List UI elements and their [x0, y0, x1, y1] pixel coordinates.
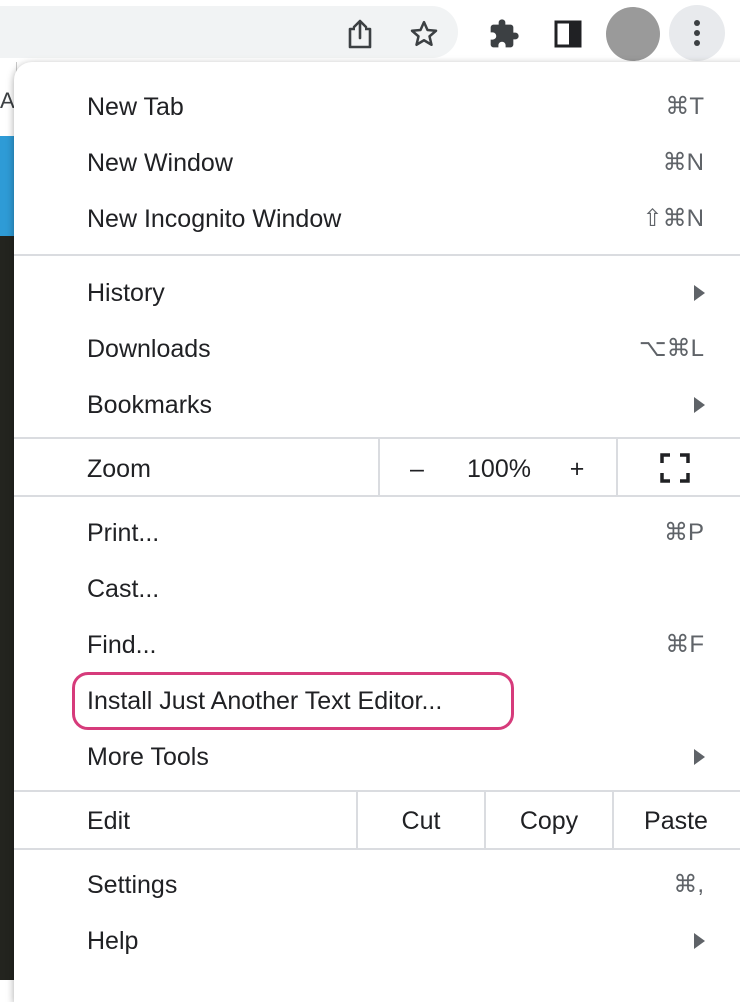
- profile-avatar[interactable]: [606, 7, 660, 61]
- menu-item-new-window[interactable]: New Window ⌘N: [14, 135, 740, 191]
- zoom-label: Zoom: [87, 455, 151, 483]
- zoom-out-button[interactable]: –: [394, 441, 440, 497]
- share-icon[interactable]: [340, 14, 380, 54]
- menu-item-label: Settings: [87, 871, 178, 899]
- extensions-icon[interactable]: [484, 14, 524, 54]
- edit-label: Edit: [87, 807, 131, 835]
- menu-item-cast[interactable]: Cast...: [14, 561, 740, 617]
- menu-item-new-incognito-window[interactable]: New Incognito Window ⇧⌘N: [14, 191, 740, 247]
- menu-item-label: Cast...: [87, 575, 160, 603]
- menu-item-label: New Tab: [87, 93, 184, 121]
- zoom-level: 100%: [467, 455, 531, 483]
- menu-separator: [14, 848, 740, 850]
- address-bar[interactable]: [0, 6, 458, 58]
- menu-item-label: Help: [87, 927, 139, 955]
- menu-item-more-tools[interactable]: More Tools: [14, 729, 740, 785]
- menu-item-label: New Window: [87, 149, 233, 177]
- menu-separator: [14, 437, 740, 439]
- menu-item-new-tab[interactable]: New Tab ⌘T: [14, 79, 740, 135]
- more-menu-icon: [694, 20, 700, 46]
- menu-item-shortcut: ⌘F: [665, 631, 704, 658]
- menu-item-bookmarks[interactable]: Bookmarks: [14, 377, 740, 433]
- menu-row-zoom: Zoom: [14, 441, 740, 497]
- install-highlight-outline: [72, 672, 514, 730]
- zoom-divider: [616, 439, 618, 495]
- browser-main-menu: New Tab ⌘T New Window ⌘N New Incognito W…: [14, 62, 740, 1002]
- menu-item-shortcut: ⇧⌘N: [642, 205, 704, 232]
- menu-item-shortcut: ⌥⌘L: [638, 335, 704, 362]
- menu-item-print[interactable]: Print... ⌘P: [14, 505, 740, 561]
- menu-item-label: Bookmarks: [87, 391, 213, 419]
- menu-item-shortcut: ⌘,: [673, 871, 704, 898]
- copy-button[interactable]: Copy: [486, 793, 612, 849]
- star-icon[interactable]: [404, 14, 444, 54]
- cut-button[interactable]: Cut: [358, 793, 484, 849]
- menu-separator: [14, 495, 740, 497]
- menu-item-label: Downloads: [87, 335, 211, 363]
- menu-item-settings[interactable]: Settings ⌘,: [14, 857, 740, 913]
- menu-item-label: History: [87, 279, 165, 307]
- more-menu-button[interactable]: [669, 5, 725, 61]
- menu-item-find[interactable]: Find... ⌘F: [14, 617, 740, 673]
- menu-item-label: More Tools: [87, 743, 209, 771]
- menu-item-help[interactable]: Help: [14, 913, 740, 969]
- submenu-arrow-icon: [694, 933, 705, 949]
- zoom-in-button[interactable]: +: [554, 441, 600, 497]
- zoom-divider: [378, 439, 380, 495]
- menu-separator: [14, 790, 740, 792]
- menu-item-history[interactable]: History: [14, 265, 740, 321]
- menu-item-shortcut: ⌘N: [662, 149, 704, 176]
- browser-toolbar: [0, 0, 740, 62]
- side-panel-icon[interactable]: [548, 14, 588, 54]
- paste-button[interactable]: Paste: [614, 793, 738, 849]
- menu-item-label: Print...: [87, 519, 160, 547]
- menu-separator: [14, 254, 740, 256]
- submenu-arrow-icon: [694, 397, 705, 413]
- submenu-arrow-icon: [694, 749, 705, 765]
- fullscreen-icon[interactable]: [660, 453, 690, 483]
- menu-item-label: New Incognito Window: [87, 205, 342, 233]
- menu-item-shortcut: ⌘P: [663, 519, 704, 546]
- menu-item-shortcut: ⌘T: [665, 93, 704, 120]
- submenu-arrow-icon: [694, 285, 705, 301]
- menu-item-downloads[interactable]: Downloads ⌥⌘L: [14, 321, 740, 377]
- menu-item-label: Find...: [87, 631, 157, 659]
